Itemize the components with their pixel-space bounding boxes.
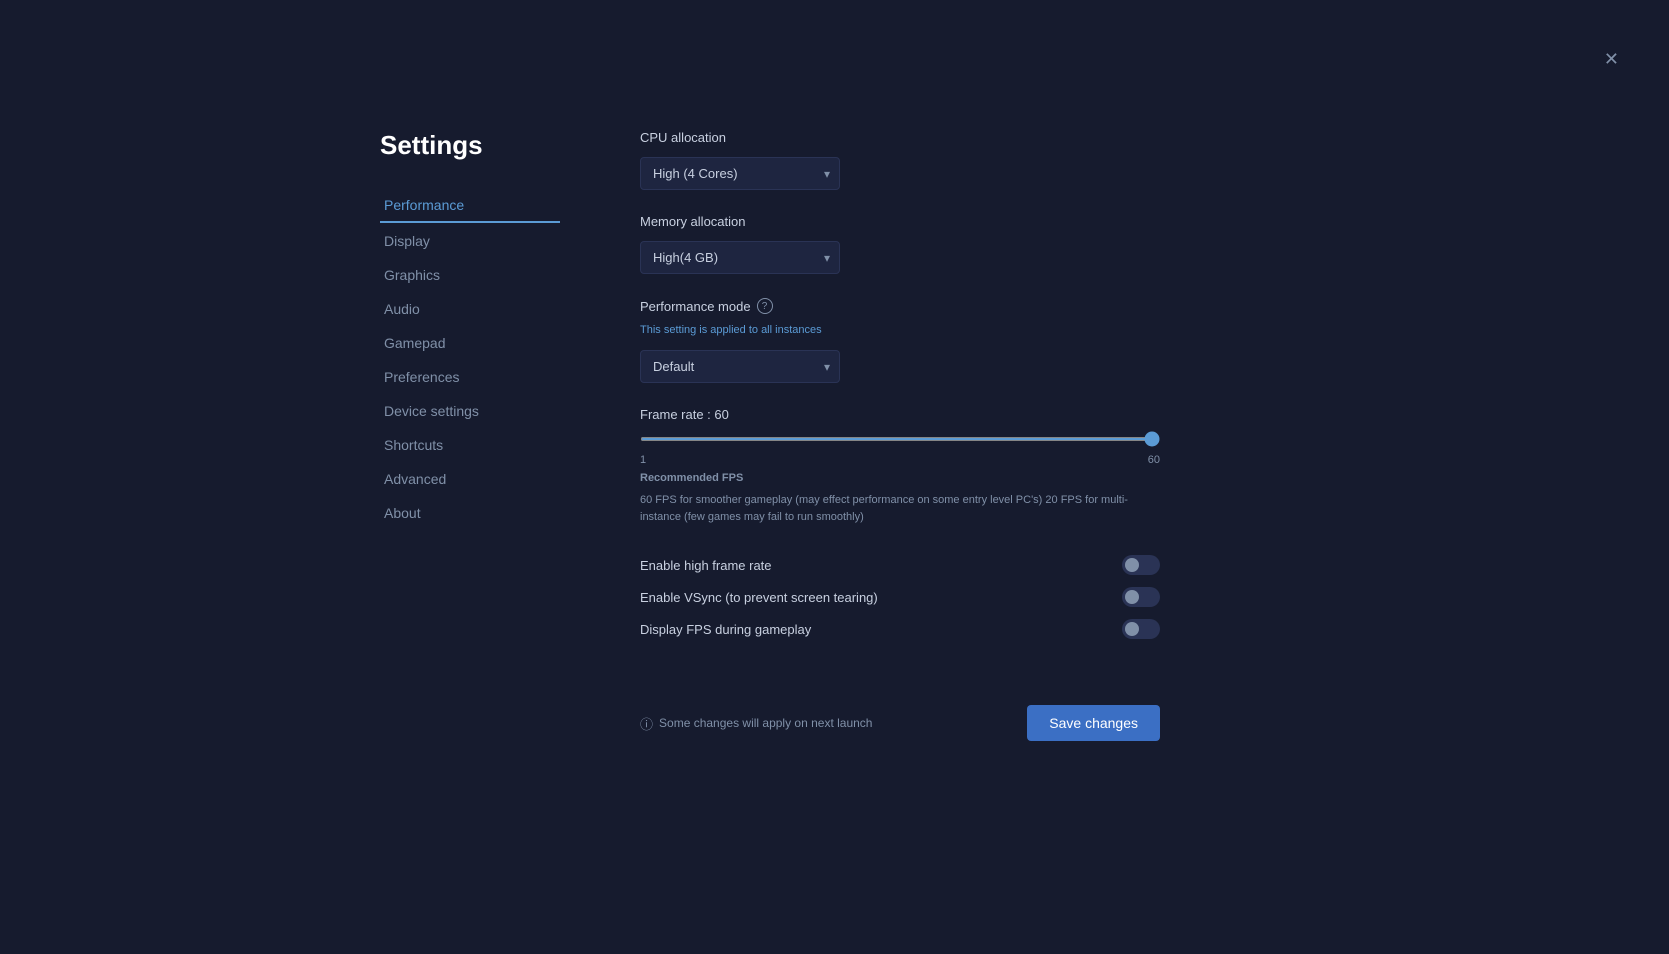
- slider-min-label: 1: [640, 454, 646, 466]
- memory-allocation-section: Memory allocation High(4 GB) Medium(2 GB…: [640, 214, 1160, 274]
- sidebar-item-advanced[interactable]: Advanced: [380, 463, 560, 495]
- frame-rate-section: Frame rate : 60 1 60 Recommended FPS 60 …: [640, 407, 1160, 525]
- slider-max-label: 60: [1148, 454, 1160, 466]
- toggle-row-display-fps: Display FPS during gameplay: [640, 613, 1160, 645]
- toggle-label-vsync: Enable VSync (to prevent screen tearing): [640, 590, 878, 605]
- memory-allocation-select[interactable]: High(4 GB) Medium(2 GB) Low(1 GB): [640, 241, 840, 274]
- fps-note-title: Recommended FPS: [640, 472, 1160, 484]
- memory-allocation-label: Memory allocation: [640, 214, 1160, 229]
- close-button[interactable]: ✕: [1604, 50, 1619, 68]
- footer-note: ⓘ Some changes will apply on next launch: [640, 714, 872, 733]
- sidebar-nav: Performance Display Graphics Audio Gamep…: [380, 189, 560, 529]
- slider-range-labels: 1 60: [640, 454, 1160, 466]
- cpu-allocation-label: CPU allocation: [640, 130, 1160, 145]
- toggle-vsync[interactable]: [1122, 587, 1160, 607]
- cpu-allocation-section: CPU allocation High (4 Cores) Medium (2 …: [640, 130, 1160, 190]
- fps-note: 60 FPS for smoother gameplay (may effect…: [640, 492, 1160, 525]
- cpu-allocation-select[interactable]: High (4 Cores) Medium (2 Cores) Low (1 C…: [640, 157, 840, 190]
- settings-container: Settings Performance Display Graphics Au…: [380, 130, 1160, 741]
- memory-allocation-select-wrapper: High(4 GB) Medium(2 GB) Low(1 GB): [640, 241, 840, 274]
- toggle-row-high-frame-rate: Enable high frame rate: [640, 549, 1160, 581]
- toggle-slider-vsync: [1122, 587, 1160, 607]
- performance-mode-label: Performance mode: [640, 299, 751, 314]
- toggle-slider-high-frame-rate: [1122, 555, 1160, 575]
- sidebar-item-about[interactable]: About: [380, 497, 560, 529]
- sidebar-item-audio[interactable]: Audio: [380, 293, 560, 325]
- toggle-high-frame-rate[interactable]: [1122, 555, 1160, 575]
- sidebar-item-gamepad[interactable]: Gamepad: [380, 327, 560, 359]
- cpu-allocation-select-wrapper: High (4 Cores) Medium (2 Cores) Low (1 C…: [640, 157, 840, 190]
- page-title: Settings: [380, 130, 560, 161]
- sidebar-item-graphics[interactable]: Graphics: [380, 259, 560, 291]
- toggle-label-display-fps: Display FPS during gameplay: [640, 622, 811, 637]
- toggle-label-high-frame-rate: Enable high frame rate: [640, 558, 772, 573]
- sidebar-item-performance[interactable]: Performance: [380, 189, 560, 223]
- sidebar-item-shortcuts[interactable]: Shortcuts: [380, 429, 560, 461]
- performance-mode-header: Performance mode ?: [640, 298, 1160, 314]
- frame-rate-slider[interactable]: [640, 437, 1160, 441]
- sidebar-item-display[interactable]: Display: [380, 225, 560, 257]
- toggle-row-vsync: Enable VSync (to prevent screen tearing): [640, 581, 1160, 613]
- frame-rate-label: Frame rate : 60: [640, 407, 1160, 422]
- footer-note-text: Some changes will apply on next launch: [659, 716, 872, 730]
- sidebar: Settings Performance Display Graphics Au…: [380, 130, 560, 741]
- toggle-slider-display-fps: [1122, 619, 1160, 639]
- footer-row: ⓘ Some changes will apply on next launch…: [640, 689, 1160, 741]
- content-panel: CPU allocation High (4 Cores) Medium (2 …: [640, 130, 1160, 741]
- save-changes-button[interactable]: Save changes: [1027, 705, 1160, 741]
- toggle-display-fps[interactable]: [1122, 619, 1160, 639]
- performance-mode-select[interactable]: Default High Low: [640, 350, 840, 383]
- sidebar-item-device-settings[interactable]: Device settings: [380, 395, 560, 427]
- info-icon: ⓘ: [640, 714, 653, 733]
- slider-container: [640, 428, 1160, 444]
- toggles-section: Enable high frame rate Enable VSync (to …: [640, 549, 1160, 645]
- performance-mode-subtitle: This setting is applied to all instances: [640, 324, 1160, 336]
- performance-mode-section: Performance mode ? This setting is appli…: [640, 298, 1160, 383]
- help-icon[interactable]: ?: [757, 298, 773, 314]
- sidebar-item-preferences[interactable]: Preferences: [380, 361, 560, 393]
- performance-mode-select-wrapper: Default High Low: [640, 350, 840, 383]
